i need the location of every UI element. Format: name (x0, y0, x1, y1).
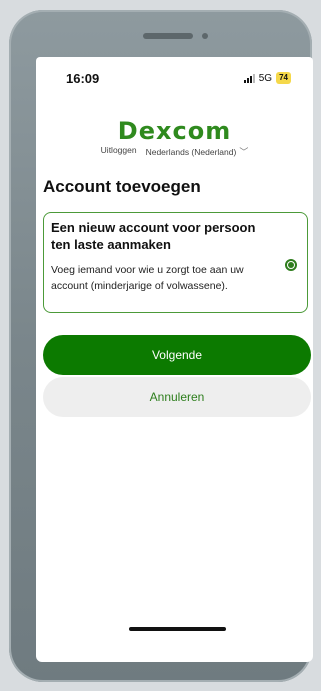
status-indicators: 5G 74 (243, 72, 291, 84)
home-indicator[interactable] (129, 627, 226, 631)
option-title: Een nieuw account voor persoon ten laste… (51, 220, 256, 252)
page-title: Account toevoegen (43, 177, 201, 196)
network-label: 5G (258, 72, 273, 84)
signal-icon (243, 73, 255, 83)
option-description: Voeg iemand voor wie u zorgt toe aan uw … (51, 264, 244, 292)
dexcom-logo: Dexcom (117, 117, 232, 145)
language-selector[interactable]: Nederlands (Nederland) ﹀ (146, 145, 249, 158)
speaker-grille (143, 33, 193, 39)
app-screen: 16:09 5G 74 Dexcom Uitloggen Nederlands … (36, 57, 313, 662)
battery-icon: 74 (276, 72, 291, 84)
dependent-account-option[interactable]: Een nieuw account voor persoon ten laste… (43, 212, 308, 313)
camera-icon (202, 33, 208, 39)
radio-dot (288, 262, 294, 268)
language-label: Nederlands (Nederland) (145, 146, 237, 157)
next-button[interactable]: Volgende (43, 335, 311, 375)
logout-link[interactable]: Uitloggen (101, 145, 137, 158)
phone-frame: 16:09 5G 74 Dexcom Uitloggen Nederlands … (9, 10, 313, 682)
status-time: 16:09 (66, 71, 100, 86)
cancel-button[interactable]: Annuleren (43, 377, 311, 417)
radio-selected-icon[interactable] (285, 259, 297, 271)
chevron-down-icon: ﹀ (239, 147, 249, 157)
header-links: Uitloggen Nederlands (Nederland) ﹀ (36, 145, 313, 158)
status-bar: 16:09 5G 74 (36, 57, 313, 95)
